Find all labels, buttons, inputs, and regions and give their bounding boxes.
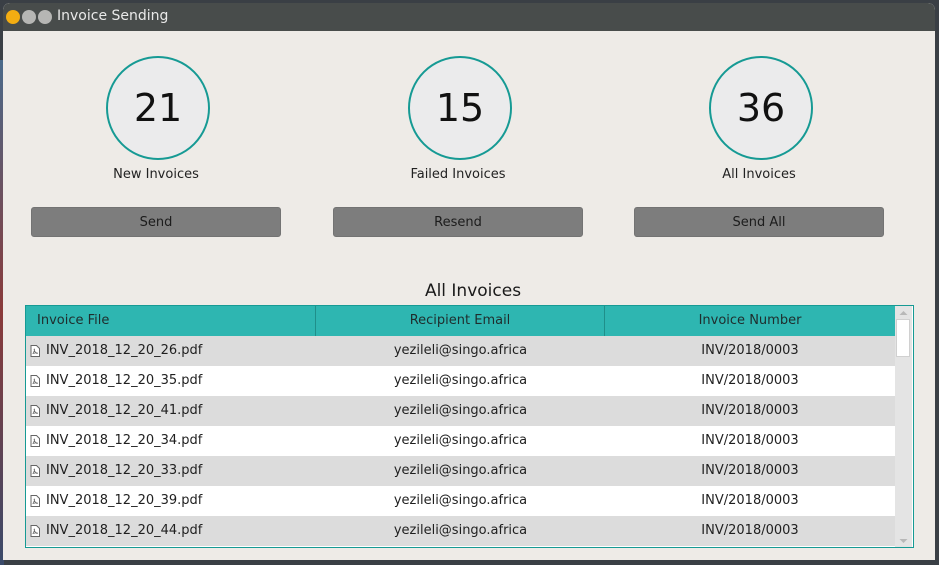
close-window-button[interactable] [38, 10, 52, 24]
invoice-number-cell: INV/2018/0003 [701, 493, 799, 508]
recipient-email-cell: yezileli@singo.africa [393, 433, 528, 448]
recipient-email-cell: yezileli@singo.africa [393, 343, 528, 358]
title-bar[interactable]: Invoice Sending [3, 3, 935, 31]
invoice-number-cell: INV/2018/0003 [701, 373, 799, 388]
failed-invoices-label: Failed Invoices [410, 167, 506, 182]
recipient-email-cell: yezileli@singo.africa [393, 403, 528, 418]
invoice-file-cell: INV_2018_12_20_41.pdf [30, 396, 314, 426]
invoice-file-name: INV_2018_12_20_44.pdf [46, 523, 203, 538]
send-all-button[interactable]: Send All [634, 207, 884, 237]
table-header: Invoice File Recipient Email Invoice Num… [26, 306, 895, 336]
pdf-file-icon [30, 494, 40, 507]
invoice-file-cell: INV_2018_12_20_33.pdf [30, 456, 314, 486]
invoice-file-name: INV_2018_12_20_34.pdf [46, 433, 203, 448]
invoice-number-cell: INV/2018/0003 [701, 343, 799, 358]
recipient-email-cell: yezileli@singo.africa [393, 463, 528, 478]
invoices-table: Invoice File Recipient Email Invoice Num… [25, 305, 914, 548]
column-header-recipient-email[interactable]: Recipient Email [316, 306, 605, 336]
table-row[interactable]: INV_2018_12_20_44.pdf yezileli@singo.afr… [26, 516, 895, 546]
column-header-invoice-number[interactable]: Invoice Number [605, 306, 895, 336]
maximize-window-button[interactable] [22, 10, 36, 24]
pdf-file-icon [30, 404, 40, 417]
pdf-file-icon [30, 434, 40, 447]
recipient-email-cell: yezileli@singo.africa [393, 493, 528, 508]
app-window: Invoice Sending 21 New Invoices Send 15 … [3, 3, 935, 560]
invoice-file-name: INV_2018_12_20_33.pdf [46, 463, 203, 478]
table-row[interactable]: INV_2018_12_20_33.pdf yezileli@singo.afr… [26, 456, 895, 486]
invoice-file-name: INV_2018_12_20_39.pdf [46, 493, 203, 508]
new-invoices-count: 21 [106, 56, 210, 160]
table-row[interactable]: INV_2018_12_20_41.pdf yezileli@singo.afr… [26, 396, 895, 426]
new-invoices-label: New Invoices [113, 167, 199, 182]
scrollbar-thumb[interactable] [896, 319, 910, 357]
pdf-file-icon [30, 464, 40, 477]
pdf-file-icon [30, 524, 40, 537]
invoice-number-cell: INV/2018/0003 [701, 523, 799, 538]
invoice-file-cell: INV_2018_12_20_44.pdf [30, 516, 314, 546]
invoice-file-cell: INV_2018_12_20_34.pdf [30, 426, 314, 456]
resend-button[interactable]: Resend [333, 207, 583, 237]
table-row[interactable]: INV_2018_12_20_26.pdf yezileli@singo.afr… [26, 336, 895, 366]
pdf-file-icon [30, 374, 40, 387]
scroll-up-arrow-icon[interactable] [895, 307, 912, 319]
table-row[interactable]: INV_2018_12_20_34.pdf yezileli@singo.afr… [26, 426, 895, 456]
invoice-file-cell: INV_2018_12_20_26.pdf [30, 336, 314, 366]
invoice-file-name: INV_2018_12_20_41.pdf [46, 403, 203, 418]
invoice-number-cell: INV/2018/0003 [701, 463, 799, 478]
invoice-number-cell: INV/2018/0003 [701, 433, 799, 448]
table-row[interactable]: INV_2018_12_20_39.pdf yezileli@singo.afr… [26, 486, 895, 516]
table-scrollbar[interactable] [895, 306, 912, 547]
column-header-invoice-file[interactable]: Invoice File [26, 306, 316, 336]
failed-invoices-count: 15 [408, 56, 512, 160]
scroll-down-arrow-icon[interactable] [895, 535, 912, 547]
pdf-file-icon [30, 344, 40, 357]
send-button[interactable]: Send [31, 207, 281, 237]
all-invoices-count: 36 [709, 56, 813, 160]
window-title: Invoice Sending [57, 8, 169, 24]
table-title: All Invoices [424, 281, 522, 301]
invoice-file-name: INV_2018_12_20_35.pdf [46, 373, 203, 388]
invoice-file-cell: INV_2018_12_20_39.pdf [30, 486, 314, 516]
recipient-email-cell: yezileli@singo.africa [393, 523, 528, 538]
minimize-window-button[interactable] [6, 10, 20, 24]
recipient-email-cell: yezileli@singo.africa [393, 373, 528, 388]
invoice-file-name: INV_2018_12_20_26.pdf [46, 343, 203, 358]
all-invoices-label: All Invoices [722, 167, 796, 182]
invoice-file-cell: INV_2018_12_20_35.pdf [30, 366, 314, 396]
invoice-number-cell: INV/2018/0003 [701, 403, 799, 418]
table-row[interactable]: INV_2018_12_20_35.pdf yezileli@singo.afr… [26, 366, 895, 396]
